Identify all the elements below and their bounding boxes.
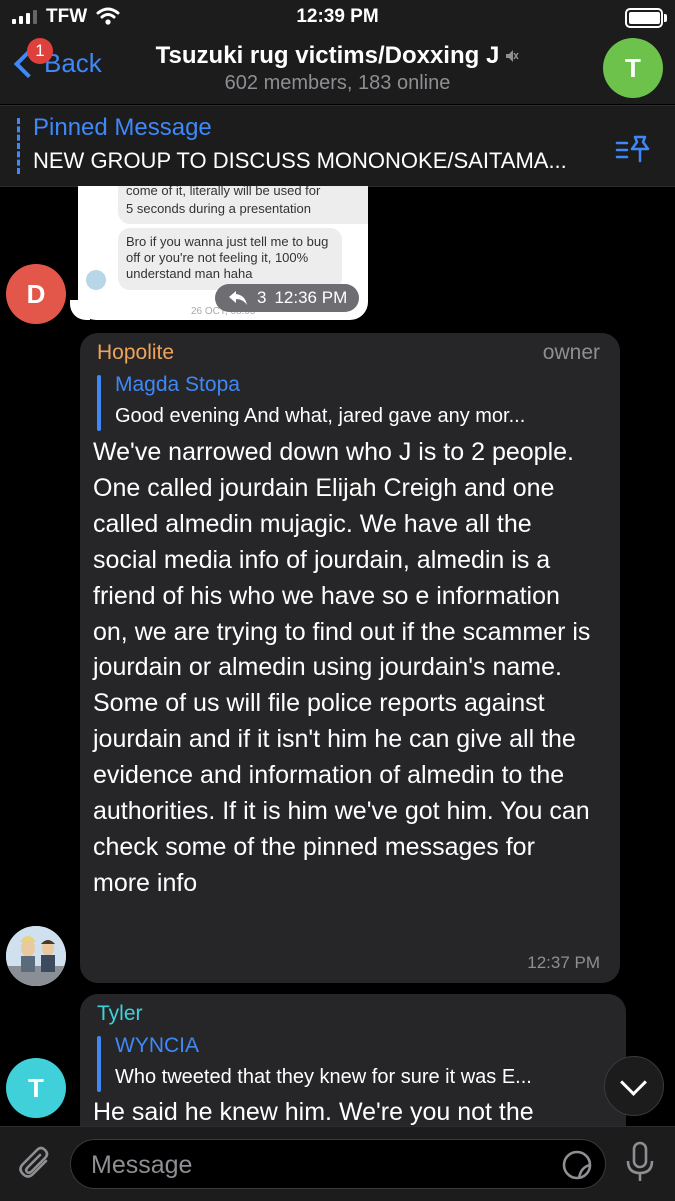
reply-count: 3 xyxy=(257,288,267,307)
reply-author: Magda Stopa xyxy=(115,373,240,396)
message-meta-pill[interactable]: 3 12:36 PM xyxy=(215,284,360,312)
message-field[interactable] xyxy=(70,1139,606,1189)
screenshot-text-line: come of it, literally will be used for xyxy=(126,186,321,198)
avatar[interactable] xyxy=(6,926,66,986)
group-avatar[interactable]: T xyxy=(603,38,663,98)
screenshot-text-line: 5 seconds during a presentation xyxy=(126,201,312,216)
message-input[interactable] xyxy=(89,1148,533,1182)
image-message[interactable]: come of it, literally will be used for 5… xyxy=(78,186,368,320)
chevron-down-icon xyxy=(620,1069,647,1096)
reply-author: WYNCIA xyxy=(115,1034,199,1057)
screenshot-bubble: Bro if you wanna just tell me to bug off… xyxy=(118,228,342,290)
reply-preview[interactable]: Magda Stopa Good evening And what, jared… xyxy=(97,373,604,431)
sender-name[interactable]: Hopolite xyxy=(97,341,174,365)
message-text: We've narrowed down who J is to 2 people… xyxy=(93,438,591,897)
avatar[interactable]: T xyxy=(6,1058,66,1118)
reply-arrow-icon xyxy=(229,291,247,305)
muted-speaker-icon xyxy=(506,50,519,62)
message-time: 12:36 PM xyxy=(274,288,348,307)
reply-text: Good evening And what, jared gave any mo… xyxy=(115,405,526,427)
paperclip-icon[interactable] xyxy=(16,1145,54,1183)
message-bubble[interactable]: Hopolite owner Magda Stopa Good evening … xyxy=(80,333,620,983)
back-button[interactable]: Back xyxy=(10,48,102,79)
reply-indicator xyxy=(97,375,101,431)
reply-preview[interactable]: WYNCIA Who tweeted that they knew for su… xyxy=(97,1034,606,1092)
message-text: He said he knew him. We're you not the xyxy=(93,1098,534,1126)
unread-badge: 1 xyxy=(27,38,53,64)
reply-text: Who tweeted that they knew for sure it w… xyxy=(115,1066,532,1088)
composer-bar xyxy=(0,1126,675,1201)
status-bar: TFW 12:39 PM xyxy=(0,0,675,36)
pinned-indicator xyxy=(17,118,20,174)
battery-icon xyxy=(625,8,667,28)
avatar[interactable]: D xyxy=(6,264,66,324)
pin-list-icon[interactable] xyxy=(615,134,651,164)
message-bubble[interactable]: Tyler WYNCIA Who tweeted that they knew … xyxy=(80,994,626,1144)
pinned-message-bar[interactable]: Pinned Message NEW GROUP TO DISCUSS MONO… xyxy=(0,105,675,187)
clock: 12:39 PM xyxy=(296,6,379,27)
chat-info[interactable]: Tsuzuki rug victims/Doxxing J 602 member… xyxy=(130,42,545,95)
sticker-icon[interactable] xyxy=(561,1149,593,1181)
chat-title: Tsuzuki rug victims/Doxxing J xyxy=(155,42,500,69)
message-time: 12:37 PM xyxy=(527,953,600,972)
chat-header: Back 1 Tsuzuki rug victims/Doxxing J 602… xyxy=(0,36,675,104)
pinned-text: NEW GROUP TO DISCUSS MONONOKE/SAITAMA... xyxy=(33,148,567,173)
sender-name[interactable]: Tyler xyxy=(97,1002,143,1026)
cartoon-avatar-image xyxy=(6,926,66,986)
member-count: 602 members, 183 online xyxy=(224,72,451,94)
sender-role: owner xyxy=(542,341,600,364)
microphone-icon[interactable] xyxy=(625,1141,655,1185)
screenshot-avatar xyxy=(86,270,106,290)
reply-indicator xyxy=(97,1036,101,1092)
scroll-down-button[interactable] xyxy=(604,1056,664,1116)
pinned-label: Pinned Message xyxy=(33,114,212,141)
screenshot-bubble: come of it, literally will be used for 5… xyxy=(118,186,368,224)
chat-title-row: Tsuzuki rug victims/Doxxing J xyxy=(156,42,520,70)
